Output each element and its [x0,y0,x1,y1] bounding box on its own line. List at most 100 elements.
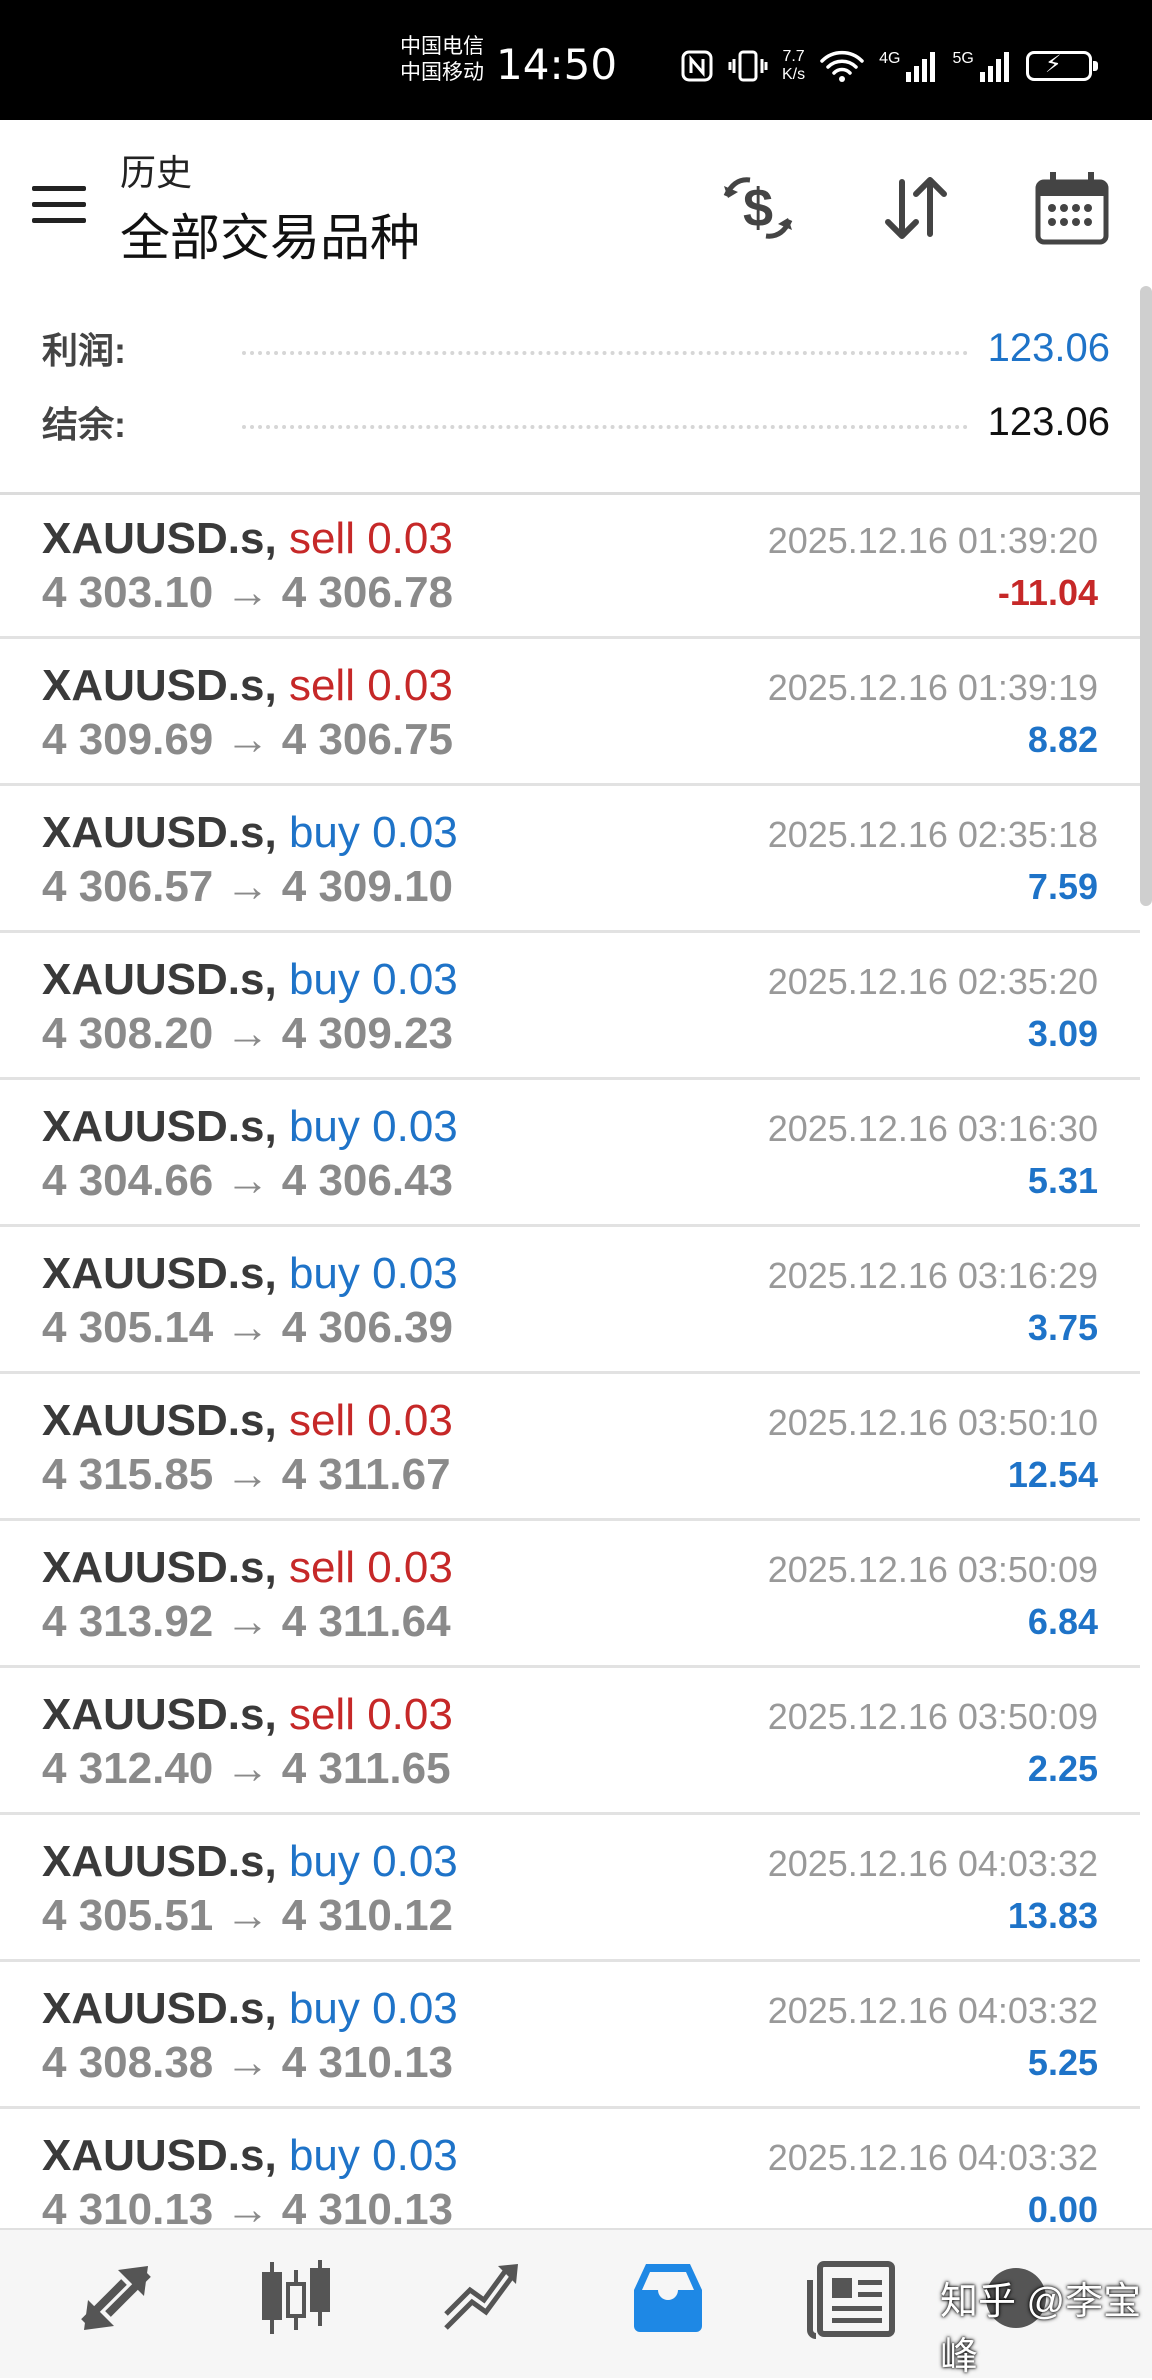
close-price: 4 311.65 [281,1744,451,1793]
trade-symbol: XAUUSD.s, [42,514,277,563]
carrier-names: 中国电信 中国移动 [400,34,484,86]
trade-profit: 3.75 [1027,1307,1098,1348]
open-price: 4 308.20 [42,1009,214,1058]
trade-side: buy 0.03 [288,955,458,1004]
trade-side: buy 0.03 [288,1984,458,2033]
trade-profit: -11.04 [997,572,1098,613]
trade-time: 2025.12.16 03:50:10 [767,1402,1098,1443]
trade-symbol: XAUUSD.s, [42,1543,277,1592]
open-price: 4 306.57 [42,862,214,911]
trade-time: 2025.12.16 01:39:19 [767,667,1098,708]
trade-prices: 4 312.40 → 4 311.65 [42,1744,451,1794]
trade-symbol: XAUUSD.s, [42,2131,277,2180]
status-bar: 中国电信 中国移动 14:50 7.7 K/s 4G 5G ⚡ [0,0,1152,120]
trade-side: buy 0.03 [288,2131,458,2180]
trade-symbol-line: XAUUSD.s, sell 0.03 [42,661,453,711]
trade-prices: 4 303.10 → 4 306.78 [42,568,453,618]
chart-icon[interactable] [248,2250,344,2346]
deposit-withdraw-icon[interactable]: $ [716,166,800,250]
close-price: 4 311.67 [281,1450,451,1499]
trade-side: sell 0.03 [288,514,453,563]
status-clock: 14:50 [496,40,618,89]
trade-time: 2025.12.16 01:39:20 [767,520,1098,561]
trade-profit: 12.54 [1007,1454,1098,1495]
signal-bars-icon [979,52,1009,82]
sort-icon[interactable] [874,166,958,250]
trade-profit: 3.09 [1027,1013,1098,1054]
close-price: 4 309.23 [281,1009,454,1058]
dotted-leader [242,425,968,429]
quotes-icon[interactable] [68,2250,164,2346]
open-price: 4 313.92 [42,1597,214,1646]
trade-prices: 4 313.92 → 4 311.64 [42,1597,451,1647]
trade-row[interactable]: XAUUSD.s, sell 0.03 4 313.92 → 4 311.64 20… [0,1521,1140,1668]
profit-label: 利润: [42,330,126,371]
signal-4g-label: 4G [879,50,901,67]
trade-symbol-line: XAUUSD.s, sell 0.03 [42,1396,453,1446]
close-price: 4 306.39 [281,1303,454,1352]
close-price: 4 310.13 [281,2038,454,2087]
trade-symbol-line: XAUUSD.s, sell 0.03 [42,1543,453,1593]
scrollbar[interactable] [1140,286,1152,906]
profit-row: 利润: 123.06 [42,318,1110,378]
history-icon[interactable] [620,2250,716,2346]
news-icon[interactable] [806,2250,902,2346]
trade-symbol-line: XAUUSD.s, buy 0.03 [42,808,458,858]
net-speed-value: 7.7 [782,48,805,65]
trade-symbol-line: XAUUSD.s, buy 0.03 [42,1249,458,1299]
trade-prices: 4 305.51 → 4 310.12 [42,1891,453,1941]
open-price: 4 304.66 [42,1156,214,1205]
trade-row[interactable]: XAUUSD.s, sell 0.03 4 309.69 → 4 306.75 20… [0,639,1140,786]
page-subtitle: 历史 [120,152,193,193]
trade-side: sell 0.03 [288,1690,453,1739]
calendar-icon[interactable] [1030,166,1114,250]
page-title[interactable]: 全部交易品种 [120,198,420,270]
trade-profit: 13.83 [1007,1895,1098,1936]
close-price: 4 310.13 [281,2185,454,2234]
arrow-icon: → [225,1450,270,1499]
svg-text:$: $ [743,178,773,238]
arrow-icon: → [225,1303,270,1352]
trade-row[interactable]: XAUUSD.s, buy 0.03 4 305.14 → 4 306.39 202… [0,1227,1140,1374]
trade-time: 2025.12.16 04:03:32 [767,2137,1098,2178]
trade-symbol-line: XAUUSD.s, buy 0.03 [42,1984,458,2034]
trade-row[interactable]: XAUUSD.s, sell 0.03 4 312.40 → 4 311.65 20… [0,1668,1140,1815]
trade-time: 2025.12.16 02:35:20 [767,961,1098,1002]
close-price: 4 310.12 [281,1891,454,1940]
trade-symbol-line: XAUUSD.s, sell 0.03 [42,1690,453,1740]
close-price: 4 311.64 [281,1597,451,1646]
balance-row: 结余: 123.06 [42,392,1110,452]
trade-row[interactable]: XAUUSD.s, sell 0.03 4 303.10 → 4 306.78 20… [0,492,1140,639]
trade-row[interactable]: XAUUSD.s, sell 0.03 4 315.85 → 4 311.67 20… [0,1374,1140,1521]
trade-symbol-line: XAUUSD.s, buy 0.03 [42,1837,458,1887]
balance-label: 结余: [42,404,126,445]
arrow-icon: → [225,715,270,764]
net-speed-unit: K/s [782,66,806,83]
trade-row[interactable]: XAUUSD.s, buy 0.03 4 308.38 → 4 310.13 202… [0,1962,1140,2109]
menu-icon[interactable] [32,186,86,226]
trade-symbol: XAUUSD.s, [42,1837,277,1886]
trade-row[interactable]: XAUUSD.s, buy 0.03 4 305.51 → 4 310.12 202… [0,1815,1140,1962]
trade-row[interactable]: XAUUSD.s, buy 0.03 4 308.20 → 4 309.23 202… [0,933,1140,1080]
trade-prices: 4 306.57 → 4 309.10 [42,862,453,912]
trade-symbol-line: XAUUSD.s, buy 0.03 [42,1102,458,1152]
trade-list: XAUUSD.s, sell 0.03 4 303.10 → 4 306.78 20… [0,492,1140,2256]
trade-icon[interactable] [432,2250,528,2346]
trade-prices: 4 309.69 → 4 306.75 [42,715,453,765]
trade-profit: 8.82 [1027,719,1098,760]
trade-symbol: XAUUSD.s, [42,955,277,1004]
arrow-icon: → [225,1744,270,1793]
trade-row[interactable]: XAUUSD.s, buy 0.03 4 306.57 → 4 309.10 202… [0,786,1140,933]
trade-side: buy 0.03 [288,808,458,857]
trade-symbol: XAUUSD.s, [42,1102,277,1151]
trade-prices: 4 308.38 → 4 310.13 [42,2038,453,2088]
trade-side: sell 0.03 [288,1543,453,1592]
trade-profit: 5.25 [1027,2042,1098,2083]
dotted-leader [242,351,968,355]
trade-symbol: XAUUSD.s, [42,1690,277,1739]
close-price: 4 306.78 [281,568,454,617]
close-price: 4 309.10 [281,862,454,911]
vibrate-icon [728,50,768,82]
trade-row[interactable]: XAUUSD.s, buy 0.03 4 304.66 → 4 306.43 202… [0,1080,1140,1227]
trade-time: 2025.12.16 02:35:18 [767,814,1098,855]
